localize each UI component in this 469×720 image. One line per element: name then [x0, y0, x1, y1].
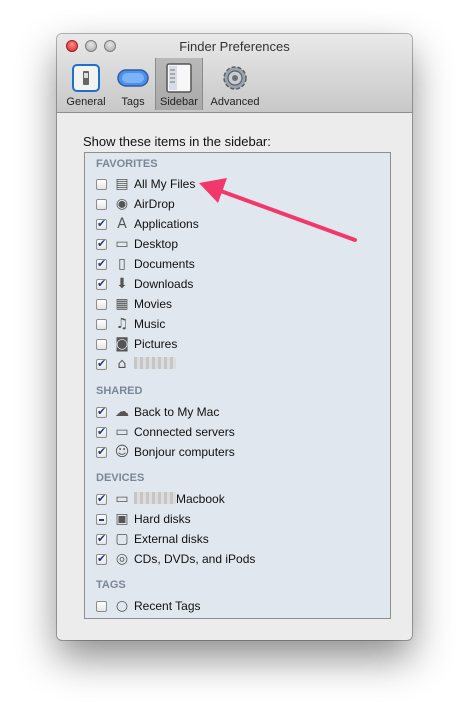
- toolbar-sidebar[interactable]: Sidebar: [155, 58, 203, 110]
- checkbox[interactable]: [96, 357, 107, 370]
- finder-preferences-window: Finder Preferences General Tags Sidebar …: [57, 34, 412, 640]
- checkbox[interactable]: [96, 199, 107, 210]
- item-label: Connected servers: [134, 425, 235, 439]
- item-label: AirDrop: [134, 197, 175, 211]
- checkbox[interactable]: [96, 552, 107, 565]
- external-disk-icon: ▢: [115, 531, 129, 547]
- sidebar-items-heading: Show these items in the sidebar:: [83, 134, 271, 149]
- checkbox[interactable]: [96, 339, 107, 350]
- item-label: Music: [134, 317, 166, 331]
- item-label-redacted: [134, 357, 176, 371]
- item-label: Pictures: [134, 337, 178, 351]
- item-label: External disks: [134, 532, 209, 546]
- item-label: Recent Tags: [134, 599, 201, 613]
- checkbox[interactable]: [96, 532, 107, 545]
- desktop-icon: ▭: [115, 236, 129, 252]
- item-label: Desktop: [134, 237, 179, 251]
- checkbox[interactable]: [96, 237, 107, 250]
- item-label: CDs, DVDs, and iPods: [134, 552, 256, 566]
- checkbox[interactable]: [96, 299, 107, 310]
- item-label: Back to My Mac: [134, 405, 220, 419]
- checkbox[interactable]: [96, 425, 107, 438]
- gear-icon: [223, 66, 247, 90]
- tags-icon: [117, 69, 149, 87]
- hard-disk-icon: ▣: [115, 511, 129, 527]
- toolbar-sidebar-label: Sidebar: [160, 96, 198, 108]
- checkbox[interactable]: [96, 319, 107, 330]
- redacted-device-owner: [134, 492, 176, 504]
- section-header-devices: DEVICES: [96, 472, 145, 484]
- toolbar-advanced-label: Advanced: [210, 96, 260, 108]
- item-label: All My Files: [134, 177, 196, 191]
- airdrop-icon: ◉: [115, 196, 129, 212]
- laptop-icon: ▭: [115, 491, 129, 507]
- movies-icon: ▦: [115, 296, 129, 312]
- general-switch-icon: [72, 64, 100, 92]
- documents-icon: ▯: [118, 256, 126, 272]
- checkbox[interactable]: [96, 257, 107, 270]
- checkbox[interactable]: [96, 601, 107, 612]
- checkbox[interactable]: [96, 405, 107, 418]
- home-icon: ⌂: [117, 356, 127, 372]
- item-label: Documents: [134, 257, 195, 271]
- cd-icon: ◎: [115, 551, 129, 567]
- checkbox[interactable]: [96, 277, 107, 290]
- tag-circle-icon: ○: [115, 598, 129, 614]
- checkbox[interactable]: [96, 492, 107, 505]
- checkbox[interactable]: [96, 445, 107, 458]
- item-label: Macbook: [134, 492, 225, 506]
- all-my-files-icon: ▤: [115, 176, 129, 192]
- item-label: Movies: [134, 297, 173, 311]
- checkbox[interactable]: [96, 179, 107, 190]
- section-header-tags: TAGS: [96, 579, 126, 591]
- item-label: Bonjour computers: [134, 445, 235, 459]
- redacted-username: [134, 357, 176, 369]
- item-label: Hard disks: [134, 512, 191, 526]
- macbook-label: Macbook: [176, 492, 225, 506]
- bonjour-icon: ☺: [114, 444, 130, 460]
- toolbar-general[interactable]: General: [63, 58, 109, 110]
- sidebar-icon: [166, 63, 192, 93]
- toolbar-general-label: General: [66, 96, 106, 108]
- music-icon: ♫: [115, 316, 129, 332]
- title-bar: Finder Preferences General Tags Sidebar …: [57, 34, 412, 113]
- section-header-shared: SHARED: [96, 385, 143, 397]
- checkbox[interactable]: [96, 217, 107, 230]
- downloads-icon: ⬇: [116, 276, 128, 292]
- toolbar-advanced[interactable]: Advanced: [205, 58, 265, 110]
- checkbox-mixed[interactable]: [96, 514, 107, 525]
- item-label: Downloads: [134, 277, 194, 291]
- applications-icon: A: [117, 216, 127, 232]
- item-label: Applications: [134, 217, 199, 231]
- toolbar-tags[interactable]: Tags: [113, 58, 153, 110]
- window-title: Finder Preferences: [179, 39, 290, 54]
- cloud-icon: ☁: [115, 404, 129, 420]
- toolbar-tags-label: Tags: [121, 96, 145, 108]
- sidebar-items-list: FAVORITES ▤ All My Files ◉ AirDrop A App…: [84, 152, 391, 619]
- section-header-favorites: FAVORITES: [96, 158, 158, 170]
- server-icon: ▭: [115, 424, 129, 440]
- pictures-icon: ◙: [115, 336, 129, 352]
